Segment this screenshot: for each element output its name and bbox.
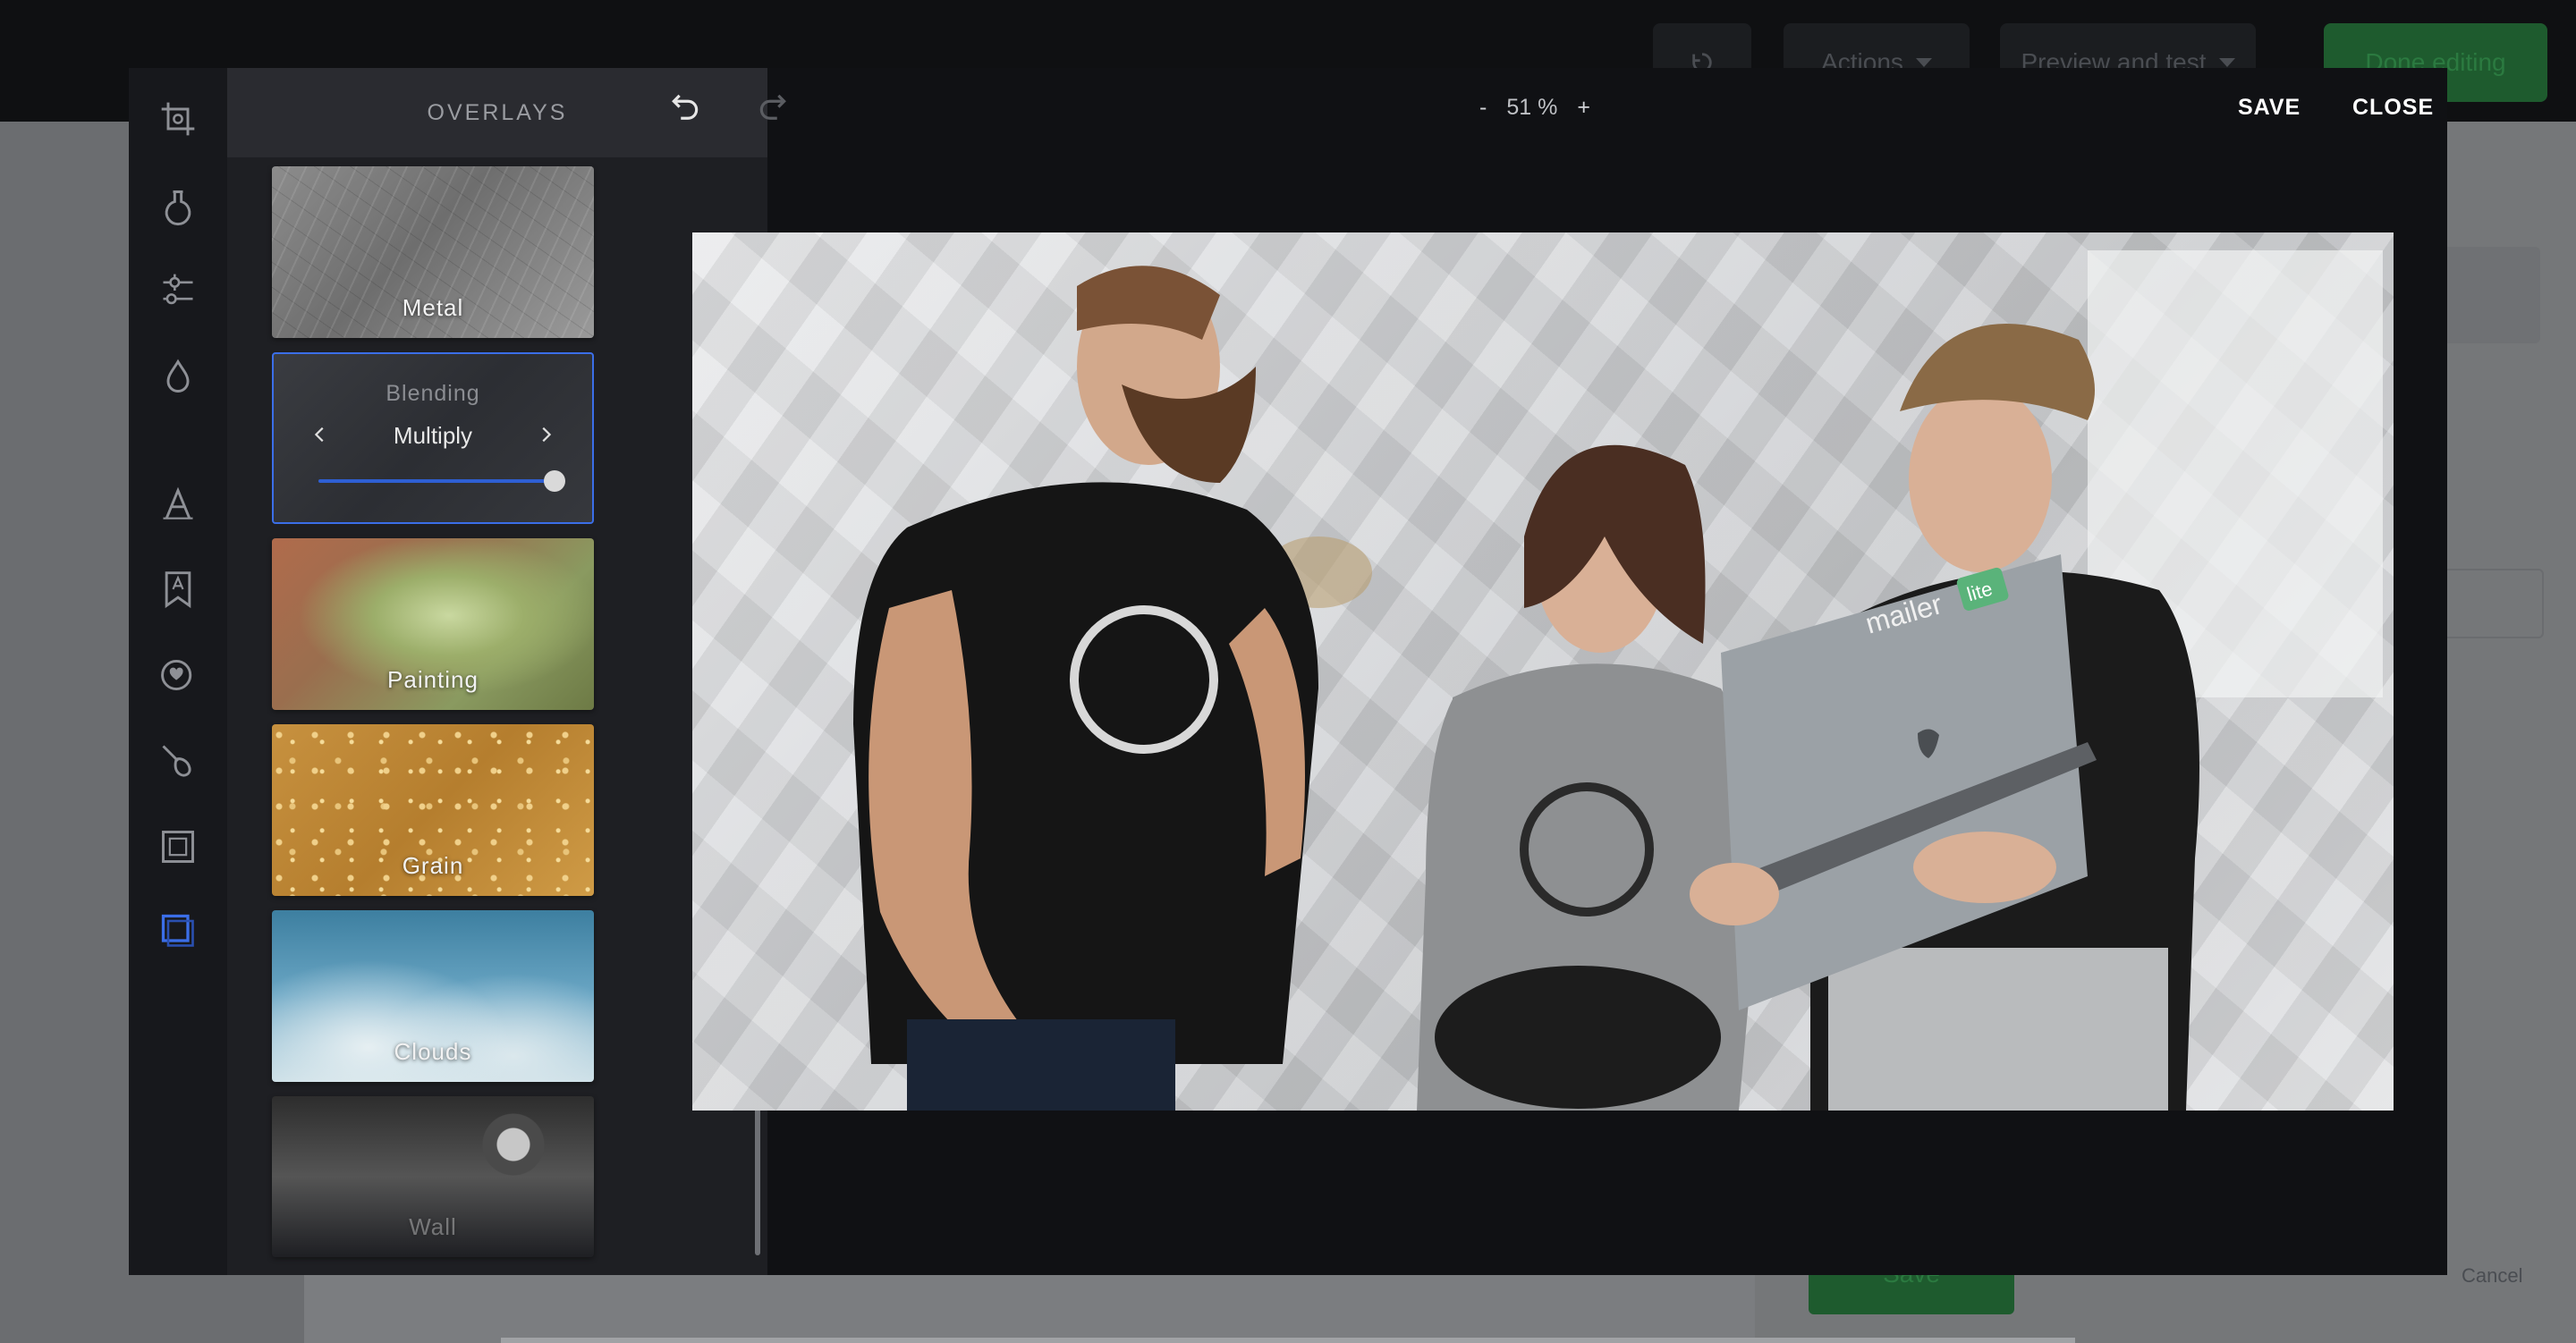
crop-icon <box>161 102 195 136</box>
chevron-down-icon <box>2218 58 2235 67</box>
overlay-grain[interactable]: Grain <box>272 724 594 896</box>
crop-tool[interactable] <box>157 98 199 139</box>
redo-button[interactable] <box>753 86 792 125</box>
overlay-label: Painting <box>387 666 479 693</box>
app-bottom-line <box>501 1338 2075 1343</box>
intensity-slider-track[interactable] <box>318 479 555 483</box>
save-button[interactable]: SAVE <box>2238 95 2301 121</box>
overlay-label: Wall <box>409 1213 457 1240</box>
chevron-right-icon <box>542 427 552 443</box>
zoom-out-button[interactable]: - <box>1479 95 1487 121</box>
overlay-metal[interactable]: Metal <box>272 166 594 338</box>
photo-canvas[interactable]: mailer lite <box>692 232 2394 1111</box>
photo-illustration: mailer lite <box>853 250 2383 1111</box>
overlay-label: Grain <box>402 852 464 879</box>
redo-icon <box>759 94 786 120</box>
chevron-left-icon <box>314 427 324 443</box>
adjust-tool[interactable] <box>157 270 199 311</box>
app-cancel-link[interactable]: Cancel <box>2462 1264 2522 1288</box>
overlays-panel: OVERLAYS Metal Blending Multiply Paintin… <box>227 68 767 1275</box>
blending-control: Blending Multiply <box>272 352 594 524</box>
blend-next-button[interactable] <box>528 417 564 452</box>
zoom-in-button[interactable]: + <box>1577 95 1590 121</box>
undo-button[interactable] <box>665 86 705 125</box>
blending-title: Blending <box>386 381 480 406</box>
adjust-icon <box>163 274 193 305</box>
overlay-label: Metal <box>402 294 464 321</box>
chevron-down-icon <box>1915 58 1932 67</box>
zoom-value: 51 % <box>1506 95 1558 120</box>
heart-icon <box>161 659 192 691</box>
tool-rail <box>129 68 227 1275</box>
text-tool[interactable] <box>157 485 199 526</box>
overlay-tool[interactable] <box>157 910 199 951</box>
overlay-label: Clouds <box>394 1038 472 1065</box>
filter-icon <box>165 190 191 226</box>
brush-icon <box>162 745 191 777</box>
sticker-tool[interactable] <box>157 569 199 610</box>
filter-tool[interactable] <box>157 186 199 227</box>
focus-tool[interactable] <box>157 356 199 397</box>
close-button[interactable]: CLOSE <box>2352 95 2434 121</box>
frame-icon <box>162 831 194 863</box>
overlay-clouds[interactable]: Clouds <box>272 910 594 1082</box>
text-icon <box>163 486 193 519</box>
overlay-icon <box>161 914 194 947</box>
overlay-wall[interactable]: Wall <box>272 1096 594 1257</box>
focus-icon <box>166 359 190 393</box>
overlay-painting[interactable]: Painting <box>272 538 594 710</box>
image-editor-modal: OVERLAYS Metal Blending Multiply Paintin… <box>129 68 2447 1275</box>
undo-icon <box>672 94 699 120</box>
brush-tool[interactable] <box>157 740 199 781</box>
zoom-control: - 51 % + <box>1479 95 1590 121</box>
intensity-slider-thumb[interactable] <box>544 470 565 492</box>
sticker-icon <box>165 571 191 609</box>
shapes-tool[interactable] <box>157 655 199 696</box>
blend-prev-button[interactable] <box>302 417 338 452</box>
frame-tool[interactable] <box>157 826 199 867</box>
